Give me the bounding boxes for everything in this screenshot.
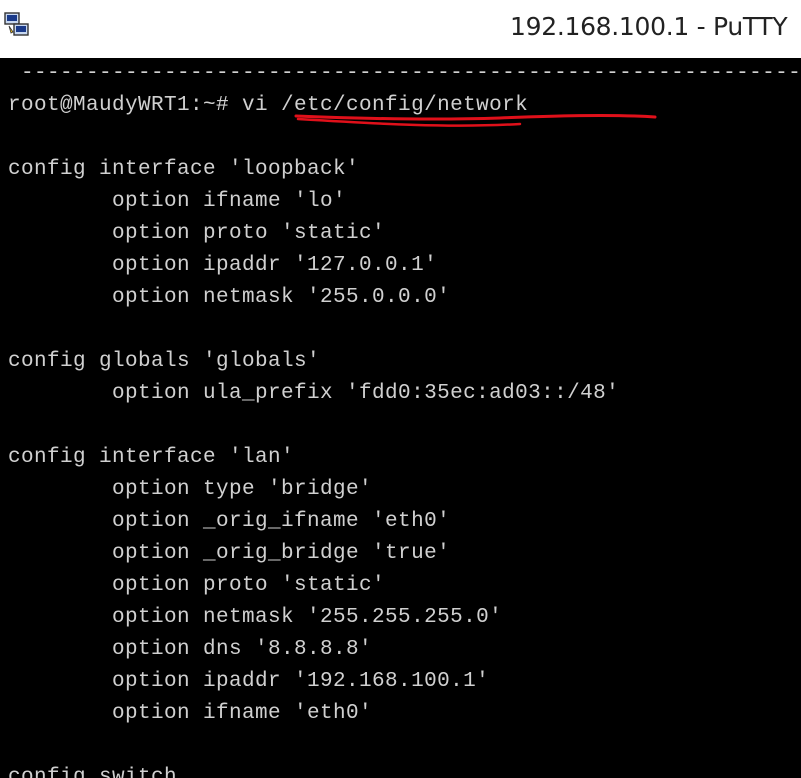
terminal-line: config switch — [8, 766, 178, 778]
terminal-line: option netmask '255.0.0.0' — [8, 286, 451, 309]
terminal-line: option netmask '255.255.255.0' — [8, 606, 503, 629]
terminal-line: option ifname 'lo' — [8, 190, 347, 213]
terminal-line: config interface 'loopback' — [8, 158, 360, 181]
putty-icon[interactable] — [4, 12, 30, 38]
title-bar[interactable]: 192.168.100.1 - PuTTY — [0, 0, 801, 58]
terminal-screen[interactable]: ----------------------------------------… — [0, 58, 801, 778]
terminal-line: option dns '8.8.8.8' — [8, 638, 373, 661]
window-title: 192.168.100.1 - PuTTY — [510, 12, 788, 41]
terminal-line: option type 'bridge' — [8, 478, 373, 501]
terminal-line: root@MaudyWRT1:~# vi /etc/config/network — [8, 94, 529, 117]
terminal-line: option ipaddr '192.168.100.1' — [8, 670, 490, 693]
terminal-line: option ifname 'eth0' — [8, 702, 373, 725]
terminal-line: option _orig_bridge 'true' — [8, 542, 451, 565]
terminal-line: option ula_prefix 'fdd0:35ec:ad03::/48' — [8, 382, 620, 405]
terminal-line: ----------------------------------------… — [8, 62, 801, 85]
terminal-line: config globals 'globals' — [8, 350, 321, 373]
terminal-line: option proto 'static' — [8, 574, 386, 597]
terminal-line: config interface 'lan' — [8, 446, 295, 469]
terminal-line: option ipaddr '127.0.0.1' — [8, 254, 438, 277]
terminal-line: option proto 'static' — [8, 222, 386, 245]
terminal-line: option _orig_ifname 'eth0' — [8, 510, 451, 533]
